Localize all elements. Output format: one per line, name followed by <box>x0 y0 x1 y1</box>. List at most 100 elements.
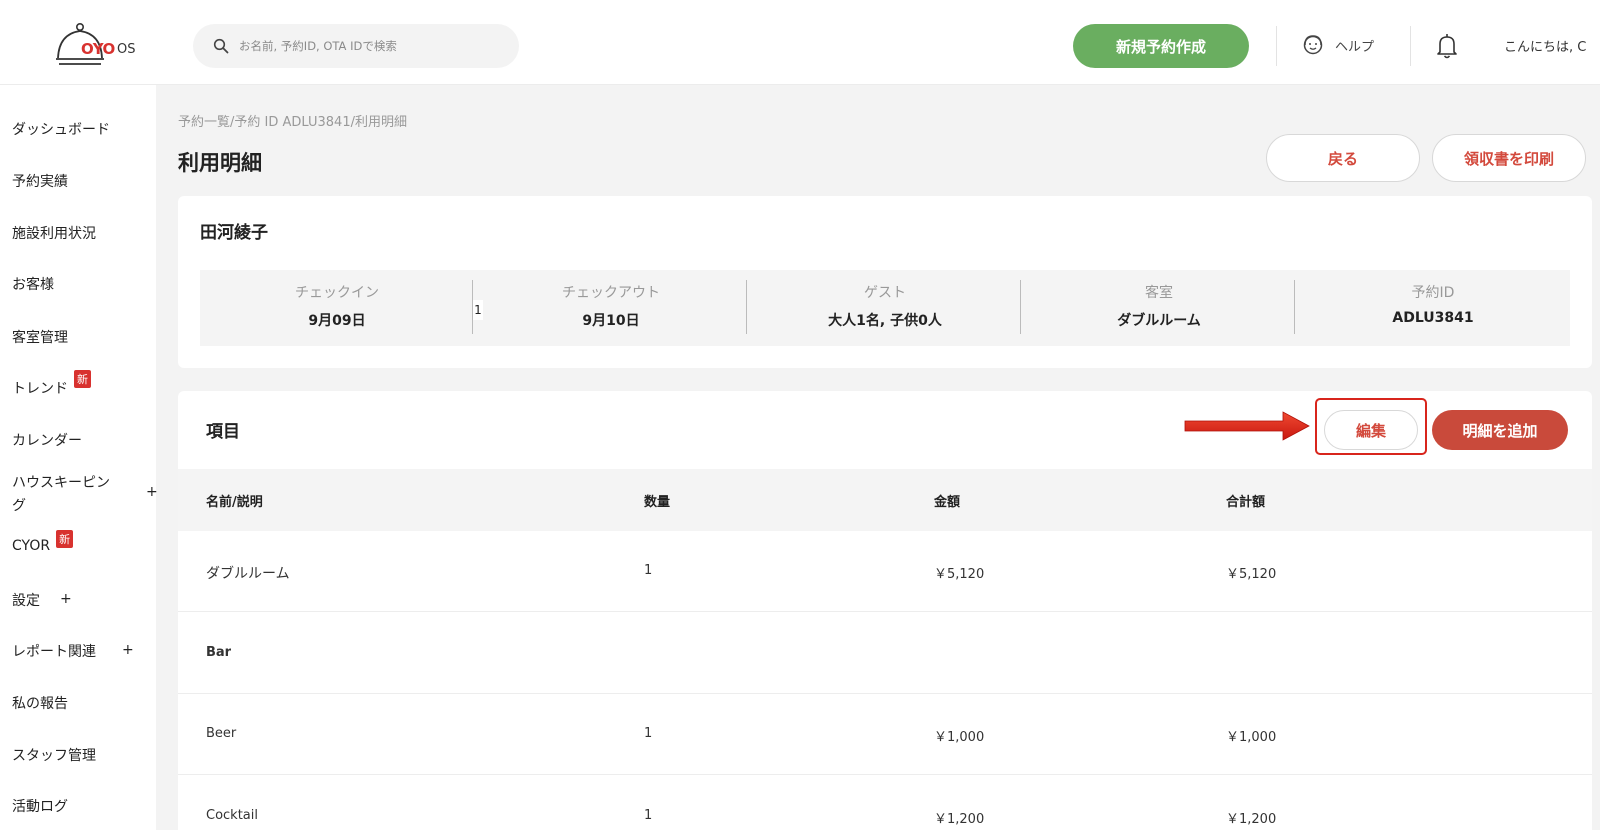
booking-info-card: 田河綾子 チェックイン 9月09日 1 チェックアウト 9月10日 ゲスト 大人… <box>178 196 1592 368</box>
help-label: ヘルプ <box>1335 39 1375 55</box>
header-divider <box>1410 26 1411 66</box>
sidebar: ダッシュボード 予約実績 施設利用状況 お客様 客室管理 トレンド新 カレンダー… <box>0 85 158 830</box>
top-header: OYO OS 新規予約作成 ヘルプ こんにちは, C <box>0 0 1600 85</box>
item-total: ￥5,120 <box>1226 567 1277 582</box>
column-header: 名前/説明 <box>206 495 263 510</box>
sidebar-item-label: 活動ログ <box>12 799 68 815</box>
logo-suffix: OS <box>117 42 136 57</box>
sidebar-item-label: ハウスキーピン <box>12 475 110 491</box>
field-value: 9月09日 <box>308 313 366 329</box>
field-value: 大人1名, 子供0人 <box>828 313 942 329</box>
sidebar-item-staff-management[interactable]: スタッフ管理 <box>12 745 96 765</box>
sidebar-item-room-management[interactable]: 客室管理 <box>12 327 68 347</box>
sidebar-item-trends[interactable]: トレンド新 <box>12 370 91 398</box>
field-label: 予約ID <box>1411 285 1455 301</box>
add-detail-button[interactable]: 明細を追加 <box>1432 410 1568 450</box>
sidebar-item-label: カレンダー <box>12 433 82 449</box>
items-title: 項目 <box>206 422 240 442</box>
sidebar-item-label: スタッフ管理 <box>12 748 96 764</box>
sidebar-item-label: 客室管理 <box>12 330 68 346</box>
items-card: 項目 編集 明細を追加 名前/説明 数量 金額 合計額 ダブルルーム 1 ￥5,… <box>178 391 1592 830</box>
column-header: 金額 <box>934 495 961 510</box>
sidebar-item-label: 私の報告 <box>12 696 68 712</box>
sidebar-item-label: 施設利用状況 <box>12 226 96 242</box>
new-badge: 新 <box>74 370 91 388</box>
item-total: ￥1,000 <box>1226 730 1277 745</box>
item-name: Cocktail <box>206 808 258 823</box>
search-box[interactable] <box>193 24 519 68</box>
field-label: 客室 <box>1145 285 1173 301</box>
item-name: ダブルルーム <box>206 566 290 582</box>
sidebar-item-housekeeping[interactable]: ハウスキーピン グ <box>12 472 110 515</box>
sidebar-item-guests[interactable]: お客様 <box>12 274 54 294</box>
expand-icon[interactable]: + <box>60 591 72 607</box>
table-row[interactable]: Bar <box>178 613 1592 694</box>
edit-button[interactable]: 編集 <box>1324 410 1418 450</box>
sidebar-item-cyor[interactable]: CYOR 新 <box>12 530 74 556</box>
sidebar-item-settings[interactable]: 設定 <box>12 590 40 610</box>
help-link[interactable]: ヘルプ <box>1301 33 1374 57</box>
search-input[interactable] <box>239 34 509 58</box>
new-badge: 新 <box>56 530 74 548</box>
item-quantity: 1 <box>644 563 653 578</box>
booking-id-field: 予約ID ADLU3841 <box>1296 270 1570 346</box>
field-value: ADLU3841 <box>1392 310 1474 326</box>
table-row[interactable]: Cocktail 1 ￥1,200 ￥1,200 <box>178 776 1592 830</box>
column-header: 合計額 <box>1226 495 1266 510</box>
sidebar-item-calendar[interactable]: カレンダー <box>12 430 82 450</box>
sidebar-item-label: レポート関連 <box>12 644 96 660</box>
guest-name: 田河綾子 <box>200 223 268 243</box>
field-label: ゲスト <box>864 285 906 301</box>
item-price: ￥1,000 <box>934 730 985 745</box>
sidebar-item-label: ダッシュボード <box>12 122 110 138</box>
sidebar-item-reservations[interactable]: 予約実績 <box>12 171 68 191</box>
sidebar-item-occupancy[interactable]: 施設利用状況 <box>12 223 96 243</box>
breadcrumb[interactable]: 予約一覧/予約 ID ADLU3841/利用明細 <box>178 111 407 130</box>
item-price: ￥1,200 <box>934 812 985 827</box>
logo-brand: OYO <box>81 40 115 58</box>
user-greeting[interactable]: こんにちは, C <box>1504 36 1600 55</box>
booking-summary: チェックイン 9月09日 1 チェックアウト 9月10日 ゲスト 大人1名, 子… <box>200 270 1570 346</box>
expand-icon[interactable]: + <box>122 642 134 658</box>
sidebar-item-label: トレンド <box>12 381 68 397</box>
sidebar-item-label: お客様 <box>12 277 54 293</box>
item-name: Beer <box>206 726 237 741</box>
field-label: チェックイン <box>295 285 379 301</box>
column-divider <box>1020 280 1021 334</box>
search-icon <box>213 38 229 54</box>
guests-field: ゲスト 大人1名, 子供0人 <box>748 270 1022 346</box>
oyo-os-logo[interactable]: OYO OS <box>55 22 145 70</box>
field-value: ダブルルーム <box>1117 313 1201 329</box>
column-divider <box>746 280 747 334</box>
sidebar-item-reports[interactable]: レポート関連 <box>12 641 96 661</box>
room-type-field: 客室 ダブルルーム <box>1022 270 1296 346</box>
sidebar-item-activity-log[interactable]: 活動ログ <box>12 796 68 816</box>
field-label: チェックアウト <box>562 285 660 301</box>
header-divider <box>1276 26 1277 66</box>
item-price: ￥5,120 <box>934 567 985 582</box>
table-row[interactable]: Beer 1 ￥1,000 ￥1,000 <box>178 694 1592 775</box>
arrow-annotation-icon <box>1184 411 1310 441</box>
item-group-name: Bar <box>206 645 232 660</box>
bell-icon[interactable] <box>1436 33 1458 59</box>
sidebar-item-label: CYOR <box>12 538 51 554</box>
column-divider <box>1294 280 1295 334</box>
sidebar-item-label: 設定 <box>12 593 40 609</box>
expand-icon[interactable]: + <box>146 484 158 500</box>
back-button[interactable]: 戻る <box>1266 134 1420 182</box>
sidebar-item-dashboard[interactable]: ダッシュボード <box>12 119 110 139</box>
print-receipt-button[interactable]: 領収書を印刷 <box>1432 134 1586 182</box>
new-reservation-button[interactable]: 新規予約作成 <box>1073 24 1249 68</box>
table-row[interactable]: ダブルルーム 1 ￥5,120 ￥5,120 <box>178 531 1592 612</box>
item-quantity: 1 <box>644 808 653 823</box>
sidebar-item-label: 予約実績 <box>12 174 68 190</box>
table-header: 名前/説明 数量 金額 合計額 <box>178 469 1592 531</box>
sidebar-item-my-reports[interactable]: 私の報告 <box>12 693 68 713</box>
field-value: 9月10日 <box>582 313 640 329</box>
support-agent-icon <box>1303 35 1323 55</box>
item-total: ￥1,200 <box>1226 812 1277 827</box>
sidebar-item-label-continued: グ <box>12 498 26 514</box>
check-out-field: チェックアウト 9月10日 <box>474 270 748 346</box>
item-quantity: 1 <box>644 726 653 741</box>
page-title: 利用明細 <box>178 151 262 175</box>
